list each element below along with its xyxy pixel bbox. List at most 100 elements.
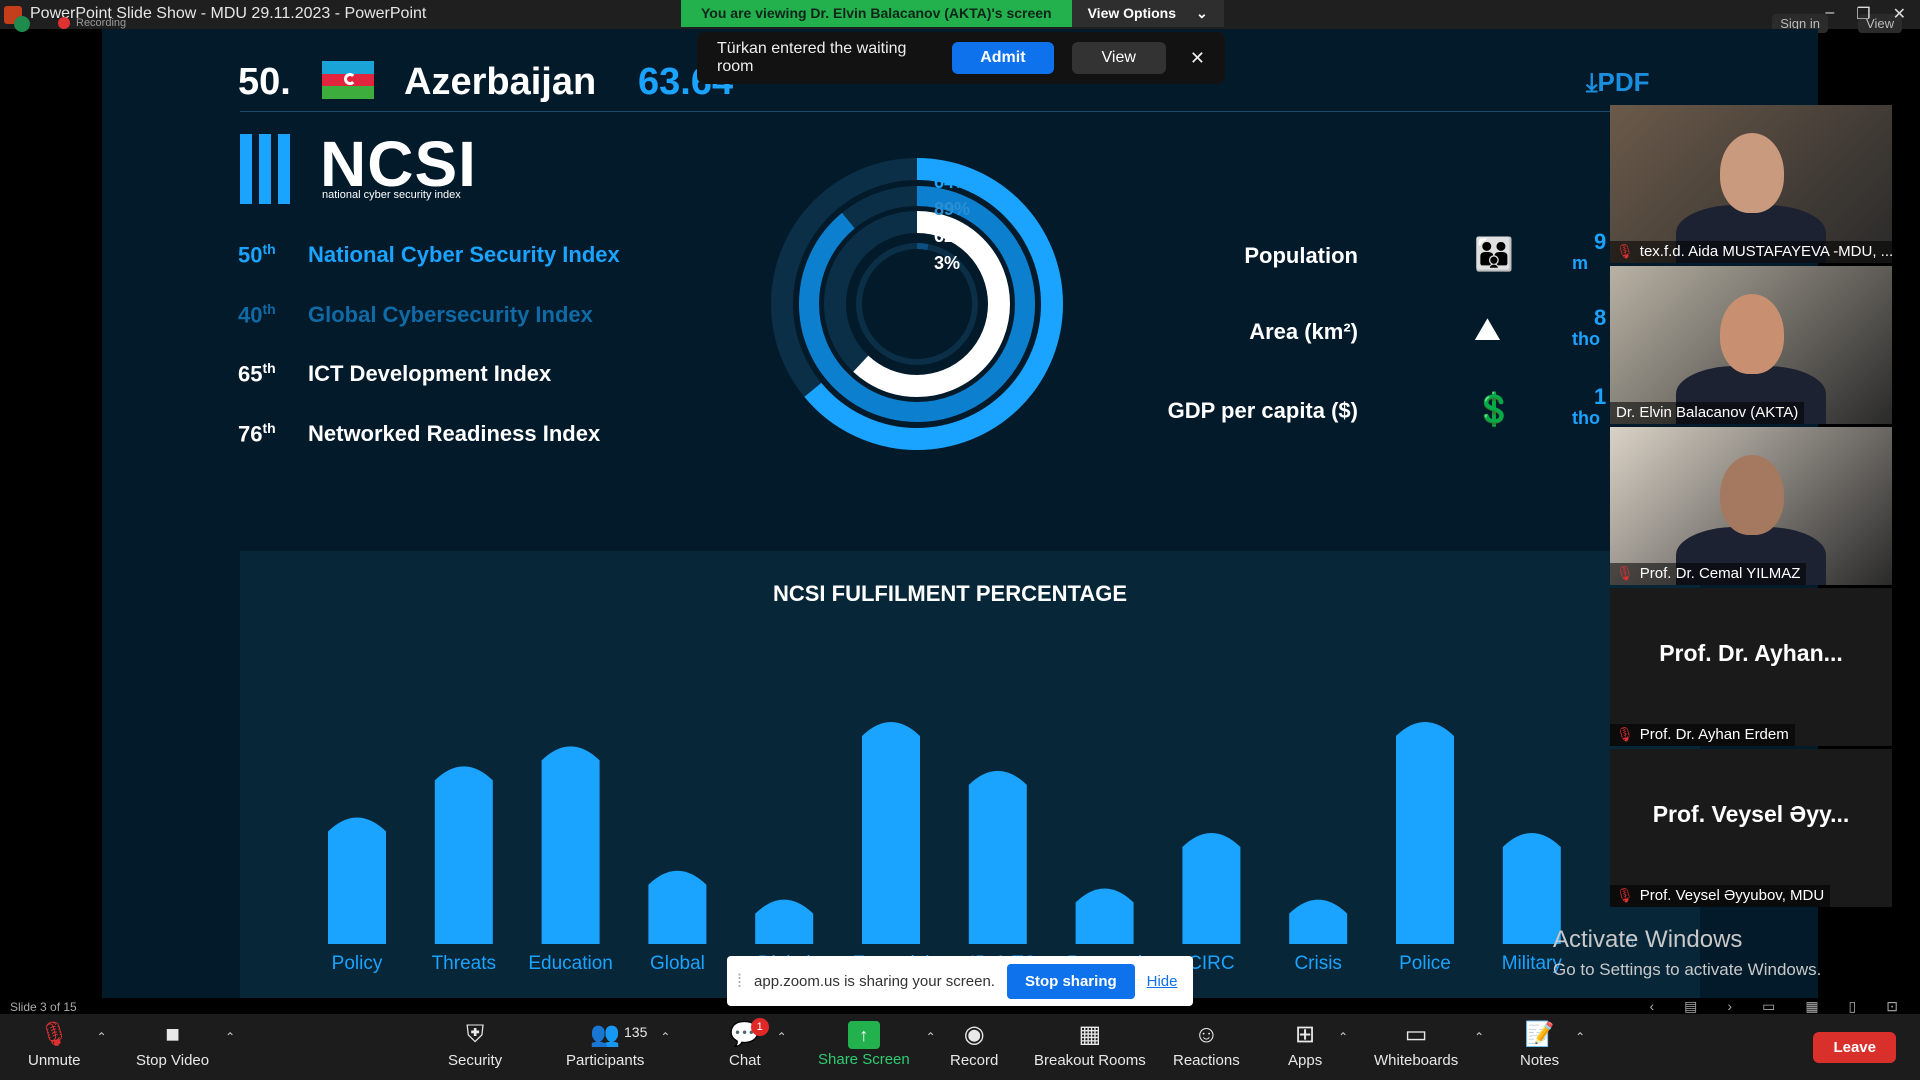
restore-icon[interactable]: ❐ [1856, 4, 1870, 24]
index-name: Global Cybersecurity Index [308, 302, 593, 328]
grid-view-icon[interactable]: ▦ [1805, 998, 1818, 1015]
participant-tile[interactable]: Prof. Dr. Ayhan... 🎙 Prof. Dr. Ayhan Erdem [1610, 588, 1892, 746]
minimize-icon[interactable]: – [1825, 4, 1834, 24]
record-label: Record [950, 1052, 999, 1069]
participants-button[interactable]: 👥 135 Participants ⌃ [566, 1020, 670, 1069]
participant-display-name: Prof. Dr. Ayhan... [1659, 640, 1843, 666]
close-icon[interactable]: ✕ [1893, 4, 1906, 24]
microphone-muted-icon: 🎙 [1616, 243, 1634, 259]
category-label: Education [528, 953, 613, 974]
category-label: Crisis [1294, 953, 1342, 974]
fulfilment-bar-chart: PolicyThreatsEducationGlobalDigitalEssen… [328, 722, 1634, 974]
chevron-up-icon[interactable]: ⌃ [660, 1030, 670, 1044]
notes-icon: 📝 [1524, 1021, 1555, 1048]
whiteboards-button[interactable]: ▭ Whiteboards ⌃ [1374, 1020, 1484, 1069]
slide-number: Slide 3 of 15 [10, 1000, 77, 1014]
ncsi-logo-bars-icon [240, 134, 290, 204]
smiley-icon: ☺ [1194, 1021, 1219, 1048]
share-screen-button[interactable]: ↑ Share Screen ⌃ [818, 1020, 936, 1068]
hide-link[interactable]: Hide [1147, 973, 1178, 990]
chevron-up-icon[interactable]: ⌃ [777, 1030, 787, 1044]
leave-button[interactable]: Leave [1813, 1032, 1896, 1063]
apps-label: Apps [1288, 1052, 1323, 1069]
previous-slide-icon[interactable]: ‹ [1650, 998, 1655, 1015]
share-screen-label: Share Screen [818, 1051, 910, 1068]
sharing-message: app.zoom.us is sharing your screen. [754, 972, 995, 990]
category-label: Threats [432, 953, 496, 974]
azerbaijan-flag-icon [322, 61, 374, 99]
close-icon[interactable]: ✕ [1190, 48, 1205, 69]
stop-sharing-button[interactable]: Stop sharing [1006, 963, 1135, 999]
normal-view-icon[interactable]: ▭ [1762, 998, 1775, 1015]
breakout-rooms-icon: ▦ [1078, 1021, 1102, 1048]
participant-name: Dr. Elvin Balacanov (AKTA) [1610, 402, 1805, 424]
notes-label: Notes [1520, 1052, 1560, 1069]
index-rank: 65th [238, 360, 276, 387]
map-icon: ⛰ [1474, 311, 1501, 347]
participants-count: 135 [624, 1024, 648, 1040]
participant-tile[interactable]: Dr. Elvin Balacanov (AKTA) [1610, 266, 1892, 424]
slide-sorter-icon[interactable]: ▤ [1684, 998, 1697, 1015]
index-name: Networked Readiness Index [308, 421, 601, 447]
participants-label: Participants [566, 1052, 645, 1069]
breakout-rooms-button[interactable]: ▦ Breakout Rooms [1034, 1020, 1146, 1069]
participant-tile[interactable]: Prof. Veysel Əyy... 🎙 Prof. Veysel Əyyubov… [1610, 749, 1892, 907]
category-label: Police [1399, 953, 1451, 974]
video-camera-icon: ■ [165, 1021, 180, 1048]
bar [968, 770, 1027, 944]
bar [1182, 833, 1241, 944]
index-rank: 76th [238, 420, 276, 447]
participants-icon: 👥 [590, 1021, 621, 1048]
stop-video-button[interactable]: ■ Stop Video ⌃ [136, 1020, 235, 1069]
security-label: Security [448, 1052, 503, 1069]
donut-label: 62% [934, 226, 971, 246]
drag-handle-icon[interactable]: ⁞ [737, 971, 742, 992]
chevron-up-icon[interactable]: ⌃ [1474, 1030, 1484, 1044]
shield-icon: ⛨ [466, 1021, 485, 1048]
apps-button[interactable]: ⊞ Apps ⌃ [1288, 1020, 1348, 1069]
unmute-button[interactable]: 🎙 Unmute ⌃ [28, 1020, 107, 1069]
participant-tile[interactable]: 🎙 Prof. Dr. Cemal YILMAZ [1610, 427, 1892, 585]
participant-display-name: Prof. Veysel Əyy... [1652, 801, 1850, 827]
index-name: National Cyber Security Index [308, 242, 620, 268]
admit-button[interactable]: Admit [952, 42, 1054, 74]
index-rank: 50th [238, 241, 276, 268]
participant-face [1720, 133, 1784, 213]
chevron-up-icon[interactable]: ⌃ [96, 1030, 106, 1044]
stat-value: 1 [1594, 384, 1607, 409]
chevron-up-icon[interactable]: ⌃ [926, 1030, 936, 1044]
chevron-up-icon[interactable]: ⌃ [1575, 1030, 1585, 1044]
chat-unread-badge: 1 [750, 1018, 769, 1036]
security-button[interactable]: ⛨ Security [448, 1020, 502, 1069]
reactions-button[interactable]: ☺ Reactions [1173, 1020, 1240, 1069]
view-options-button[interactable]: View Options ⌄ [1071, 0, 1224, 27]
stop-video-label: Stop Video [136, 1052, 210, 1069]
index-row: 65th ICT Development Index [238, 360, 551, 387]
slideshow-nav: ‹ ▤ › ▭ ▦ ▯ ⊡ [1650, 998, 1899, 1015]
microphone-muted-icon: 🎙 [1616, 726, 1634, 742]
view-waiting-room-button[interactable]: View [1071, 42, 1166, 74]
chevron-up-icon[interactable]: ⌃ [225, 1030, 235, 1044]
donut-label: 3% [934, 253, 961, 273]
pdf-label: PDF [1597, 67, 1650, 97]
stat-label: GDP per capita ($) [1167, 398, 1358, 423]
next-slide-icon[interactable]: › [1727, 998, 1732, 1015]
bar [434, 766, 493, 944]
chevron-up-icon[interactable]: ⌃ [1338, 1030, 1348, 1044]
presenter-view-icon[interactable]: ⊡ [1886, 998, 1898, 1015]
category-label: CIRC [1188, 953, 1234, 974]
bar [1075, 888, 1134, 944]
participant-tile[interactable]: 🎙 tex.f.d. Aida MUSTAFAYEVA -MDU, ... [1610, 105, 1892, 263]
bar [328, 817, 386, 944]
chat-button[interactable]: 💬 1 Chat ⌃ [729, 1018, 787, 1069]
notes-button[interactable]: 📝 Notes ⌃ [1520, 1020, 1585, 1069]
index-rank: 40th [238, 301, 276, 328]
stat-unit: m [1572, 253, 1589, 273]
money-hand-icon: 💲 [1474, 391, 1514, 427]
reading-view-icon[interactable]: ▯ [1849, 998, 1857, 1015]
participant-face [1720, 294, 1784, 374]
participant-name: 🎙 Prof. Dr. Ayhan Erdem [1610, 724, 1795, 746]
fulfilment-chart-panel: NCSI FULFILMENT PERCENTAGE Policy Threats… [240, 551, 1700, 998]
bar [541, 746, 600, 944]
record-button[interactable]: ◉ Record [950, 1020, 998, 1069]
